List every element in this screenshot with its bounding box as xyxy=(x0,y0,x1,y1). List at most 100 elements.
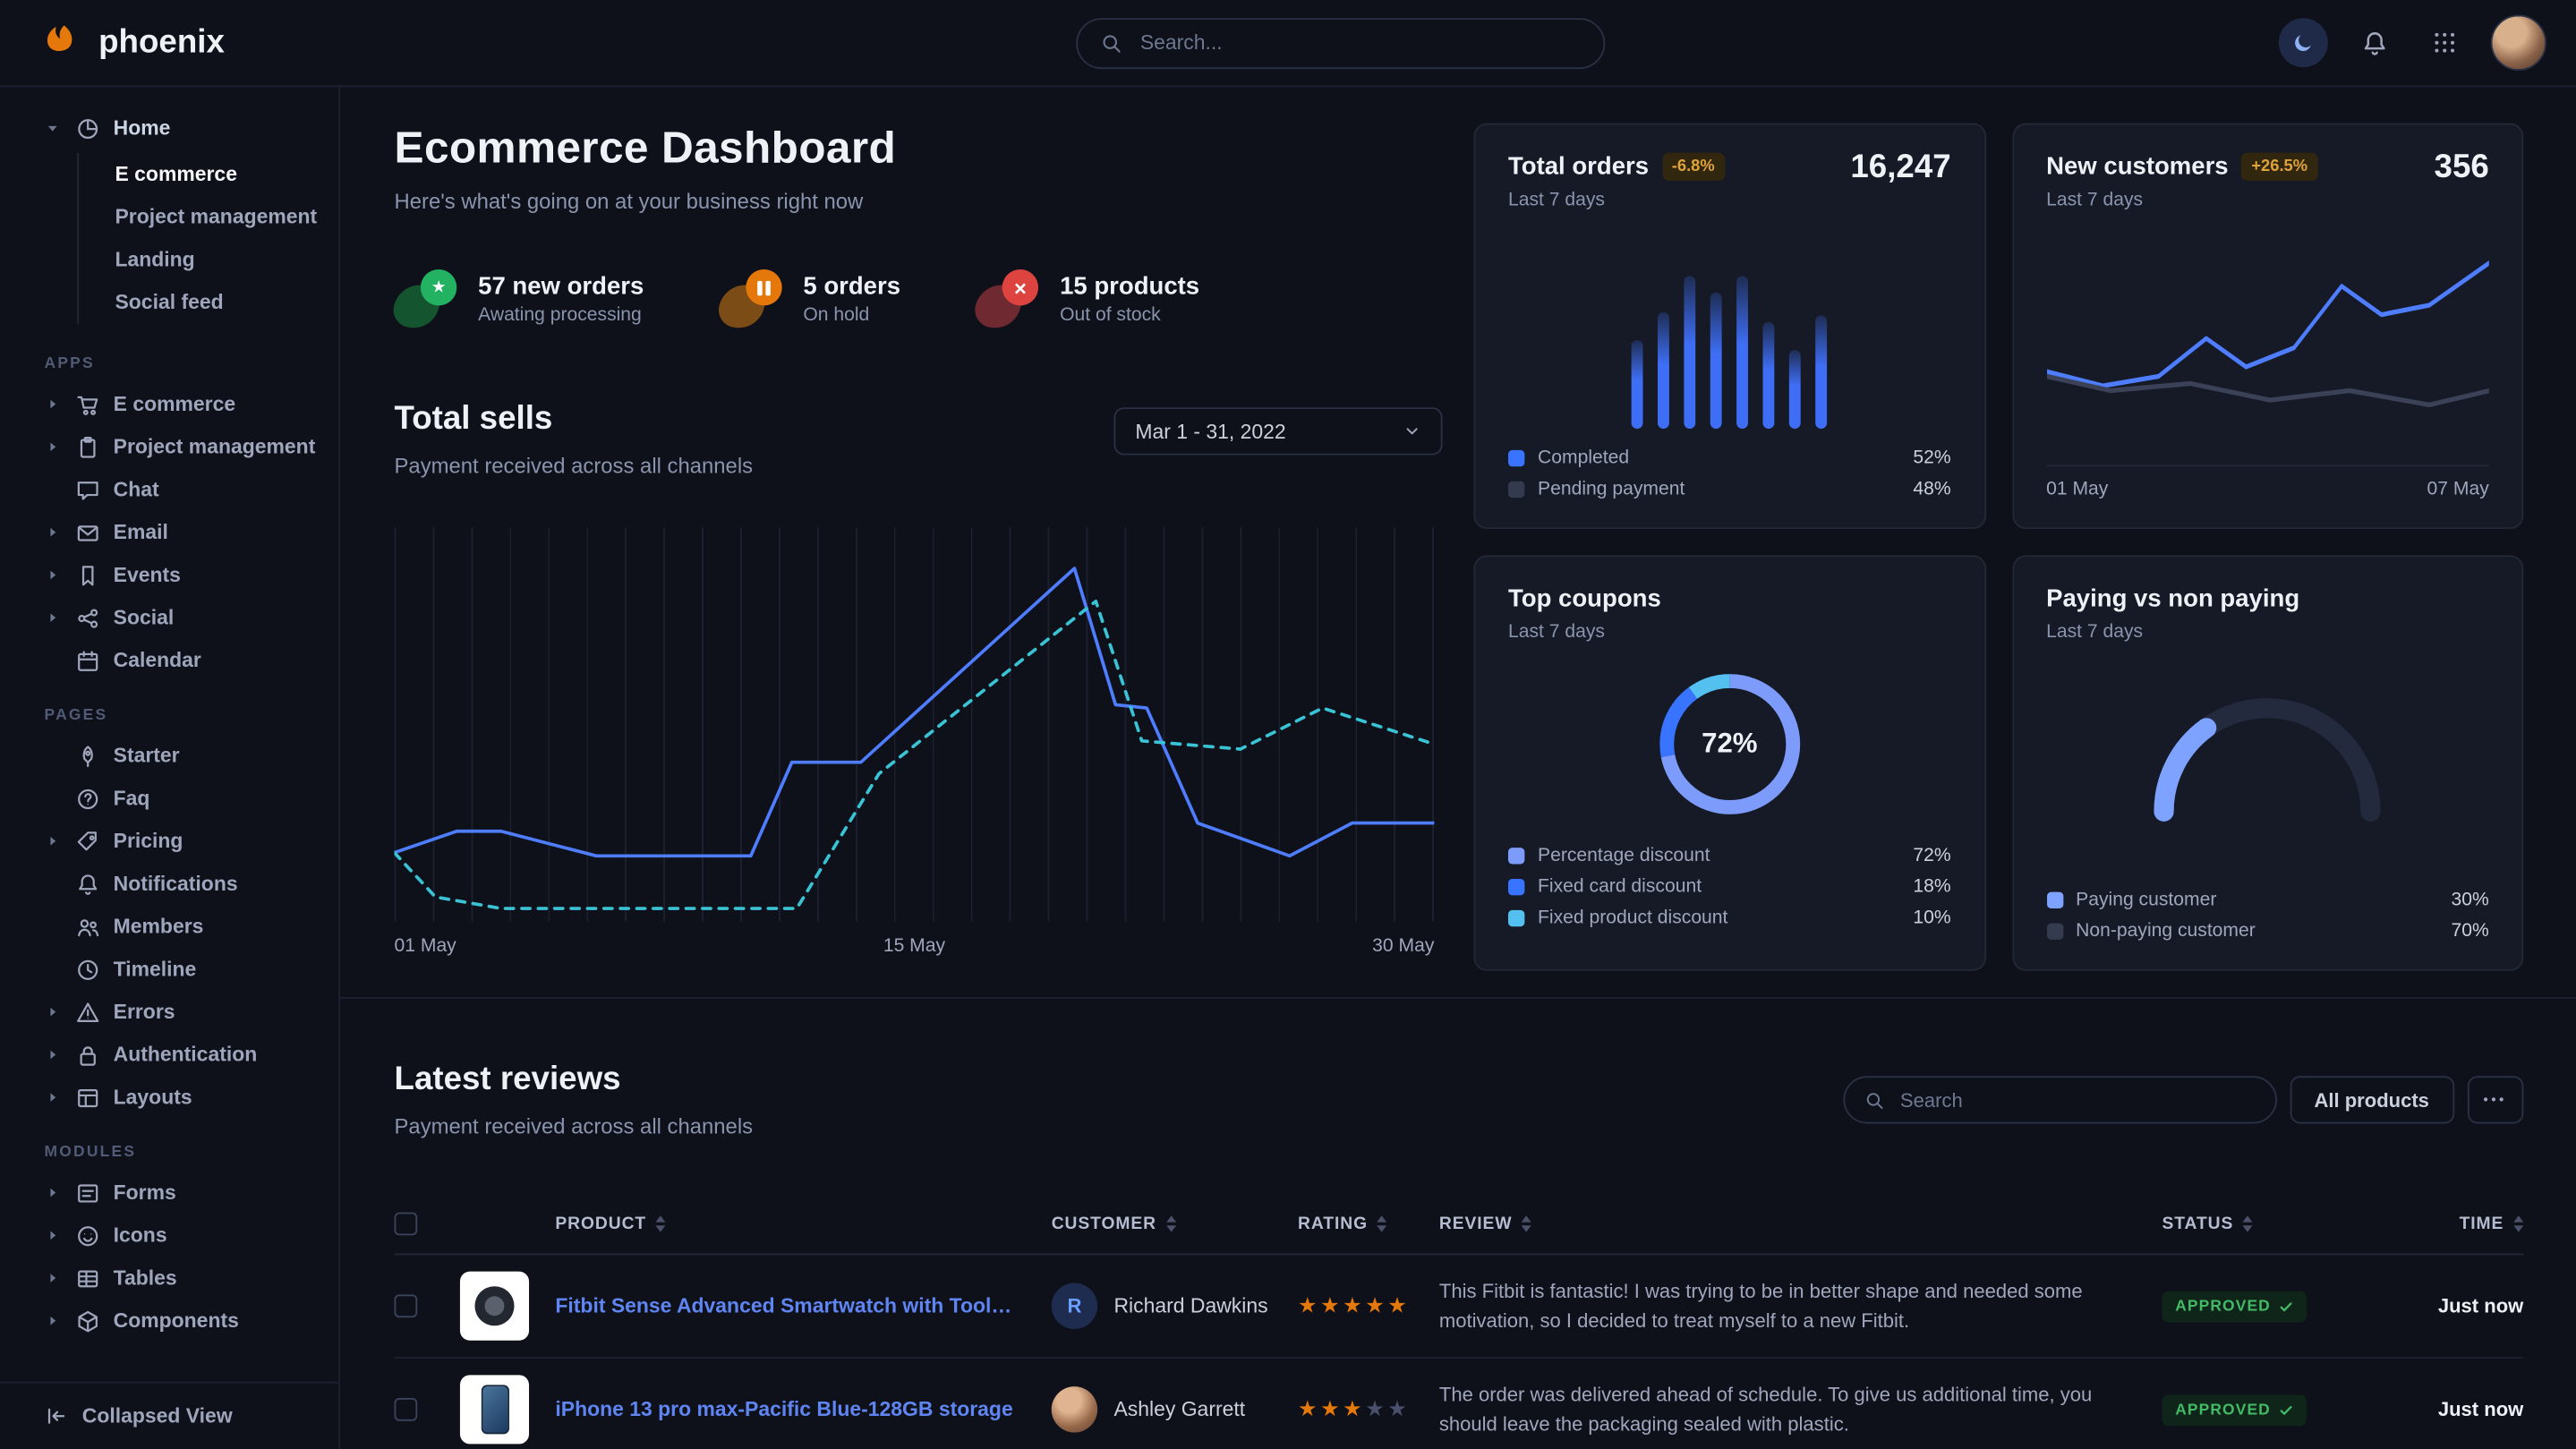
product-link[interactable]: iPhone 13 pro max-Pacific Blue-128GB sto… xyxy=(555,1398,1051,1421)
legend-swatch xyxy=(1508,879,1524,895)
sidebar-item-label: Forms xyxy=(114,1181,176,1205)
row-checkbox[interactable] xyxy=(395,1294,418,1317)
sidebar-item-timeline[interactable]: Timeline xyxy=(0,948,338,991)
user-avatar[interactable] xyxy=(2491,15,2546,71)
column-header-rating[interactable]: RATING xyxy=(1298,1214,1439,1233)
column-header-customer[interactable]: CUSTOMER xyxy=(1052,1214,1298,1233)
sidebar-item-tables[interactable]: Tables xyxy=(0,1257,338,1300)
caret-right-icon xyxy=(45,524,63,541)
reviews-search[interactable] xyxy=(1843,1076,2277,1123)
column-header-status[interactable]: STATUS xyxy=(2162,1214,2384,1233)
total-sells-x-axis: 01 May 15 May 30 May xyxy=(395,936,1435,956)
sidebar-item-landing[interactable]: Landing xyxy=(79,238,338,281)
stat-out-of-stock: × 15 products Out of stock xyxy=(976,269,1199,328)
row-checkbox[interactable] xyxy=(395,1398,418,1421)
sidebar-item-pricing[interactable]: Pricing xyxy=(0,820,338,863)
column-header-review[interactable]: REVIEW xyxy=(1439,1214,2162,1233)
global-search[interactable] xyxy=(1076,17,1605,68)
sidebar-item-home[interactable]: Home xyxy=(0,107,338,149)
legend-value: 18% xyxy=(1913,877,1950,897)
sidebar-item-starter[interactable]: Starter xyxy=(0,734,338,777)
product-thumbnail xyxy=(460,1272,529,1341)
reviews-search-input[interactable] xyxy=(1897,1087,2255,1112)
card-period: Last 7 days xyxy=(1508,623,1951,643)
stat-value: 57 new orders xyxy=(478,273,644,301)
sidebar-item-project-management-dashboard[interactable]: Project management xyxy=(79,195,338,238)
product-thumbnail xyxy=(460,1375,529,1444)
moon-icon xyxy=(2292,31,2316,55)
clipboard-icon xyxy=(75,434,100,459)
sidebar-item-chat[interactable]: Chat xyxy=(0,468,338,511)
sidebar-item-ecommerce-dashboard[interactable]: E commerce xyxy=(79,153,338,196)
legend-label: Fixed product discount xyxy=(1538,908,1727,928)
x-icon: × xyxy=(976,269,1038,328)
card-total-orders: Total orders -6.8% Last 7 days 16,247 Co… xyxy=(1473,124,1985,529)
legend-row: Non-paying customer 70% xyxy=(2046,922,2489,942)
dark-mode-toggle[interactable] xyxy=(2279,18,2328,67)
sidebar-item-faq[interactable]: Faq xyxy=(0,777,338,820)
share-icon xyxy=(75,605,100,630)
reviews-title: Latest reviews xyxy=(395,1061,754,1099)
collapse-view-button[interactable]: Collapsed View xyxy=(0,1382,338,1449)
caret-right-icon xyxy=(45,566,63,584)
cart-icon xyxy=(75,392,100,417)
product-link[interactable]: Fitbit Sense Advanced Smartwatch with To… xyxy=(555,1294,1051,1317)
sidebar-item-forms[interactable]: Forms xyxy=(0,1172,338,1215)
sort-icon xyxy=(1166,1215,1176,1232)
sidebar-item-calendar[interactable]: Calendar xyxy=(0,639,338,682)
sidebar-item-members[interactable]: Members xyxy=(0,905,338,948)
clock-icon xyxy=(75,957,100,982)
global-search-input[interactable] xyxy=(1137,30,1581,55)
sidebar-item-layouts[interactable]: Layouts xyxy=(0,1076,338,1119)
caret-right-icon xyxy=(45,1226,63,1244)
sidebar-item-social-feed[interactable]: Social feed xyxy=(79,281,338,324)
all-products-button[interactable]: All products xyxy=(2290,1076,2454,1123)
column-header-product[interactable]: PRODUCT xyxy=(555,1214,1051,1233)
legend-value: 48% xyxy=(1913,480,1950,499)
customer-name: Ashley Garrett xyxy=(1113,1398,1245,1421)
sidebar-item-label: Calendar xyxy=(114,649,201,672)
more-options-button[interactable]: ••• xyxy=(2467,1076,2523,1123)
select-all-checkbox[interactable] xyxy=(395,1213,418,1236)
card-paying-vs-nonpaying: Paying vs non paying Last 7 days Paying … xyxy=(2012,555,2524,970)
sidebar-item-authentication[interactable]: Authentication xyxy=(0,1034,338,1077)
notifications-button[interactable] xyxy=(2350,18,2399,67)
caret-right-icon xyxy=(45,1312,63,1330)
envelope-icon xyxy=(75,520,100,545)
sidebar-item-label: Errors xyxy=(114,1001,175,1024)
legend-value: 10% xyxy=(1913,908,1950,928)
apps-menu-button[interactable] xyxy=(2420,18,2469,67)
sort-icon xyxy=(2243,1215,2253,1232)
brand[interactable]: phoenix xyxy=(43,21,225,64)
sidebar-item-notifications[interactable]: Notifications xyxy=(0,863,338,906)
star-rating: ★★★★★ xyxy=(1298,1396,1439,1422)
stat-value: 5 orders xyxy=(803,273,900,301)
chat-icon xyxy=(75,477,100,502)
legend-label: Pending payment xyxy=(1538,480,1685,499)
column-header-time[interactable]: TIME xyxy=(2384,1214,2523,1233)
customer-cell: Ashley Garrett xyxy=(1052,1386,1298,1432)
sidebar-item-email[interactable]: Email xyxy=(0,511,338,554)
sort-icon xyxy=(2513,1215,2523,1232)
sidebar-item-ecommerce[interactable]: E commerce xyxy=(0,383,338,426)
calendar-icon xyxy=(75,648,100,673)
sidebar-item-events[interactable]: Events xyxy=(0,554,338,597)
legend-label: Non-paying customer xyxy=(2076,922,2256,942)
smartwatch-image xyxy=(474,1286,514,1325)
collapse-view-label: Collapsed View xyxy=(82,1404,233,1428)
check-icon xyxy=(2279,1403,2294,1419)
sidebar-item-social[interactable]: Social xyxy=(0,596,338,639)
table-icon xyxy=(75,1266,100,1291)
dashboard-cards: Total orders -6.8% Last 7 days 16,247 Co… xyxy=(1473,124,2523,971)
date-range-select[interactable]: Mar 1 - 31, 2022 xyxy=(1113,407,1442,455)
sidebar-item-components[interactable]: Components xyxy=(0,1300,338,1342)
date-range-value: Mar 1 - 31, 2022 xyxy=(1135,420,1285,443)
sidebar-item-label: Social xyxy=(114,606,175,629)
legend-row: Pending payment 48% xyxy=(1508,480,1951,499)
sidebar-item-icons[interactable]: Icons xyxy=(0,1214,338,1257)
chevron-down-icon xyxy=(1403,422,1421,440)
sidebar-item-errors[interactable]: Errors xyxy=(0,991,338,1034)
sidebar-item-project-management[interactable]: Project management xyxy=(0,425,338,468)
sort-icon xyxy=(1378,1215,1387,1232)
total-sells-title: Total sells xyxy=(395,401,754,439)
